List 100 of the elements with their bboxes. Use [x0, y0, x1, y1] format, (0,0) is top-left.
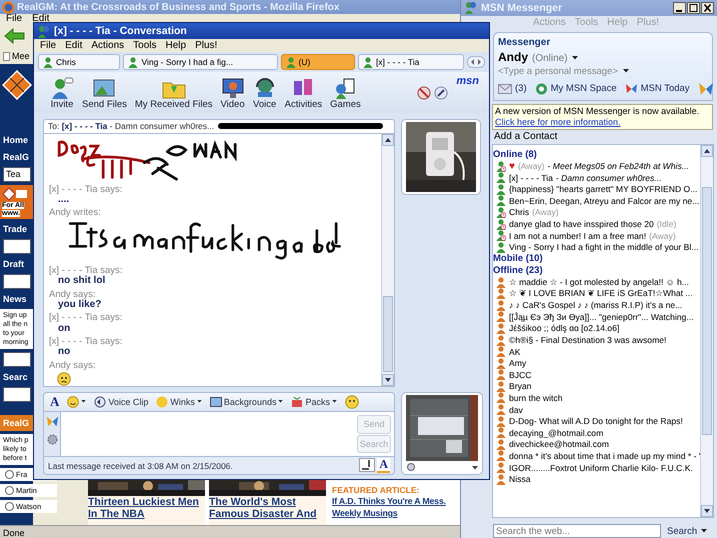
contact-item[interactable]: Bryan — [493, 380, 532, 392]
webcam-icon[interactable] — [406, 463, 416, 472]
contact-item[interactable]: ©h®i§ - Final Destination 3 was awsome! — [493, 334, 666, 346]
radio-button[interactable] — [5, 470, 14, 479]
add-contact-link[interactable]: Add a Contact — [494, 130, 558, 143]
emoticon-menu-button[interactable] — [67, 396, 86, 408]
contact-item[interactable]: ☆ ❦ I LOVE BRIAN ❦ LIFE iS GrEaT!☆What ... — [493, 288, 693, 300]
contact-item[interactable]: Ben~Erin, Deegan, Atreyu and Falcor are my ne... — [493, 195, 700, 207]
menu-item[interactable]: Edit — [65, 40, 82, 51]
input-field[interactable] — [3, 274, 31, 289]
logo-icon — [2, 187, 28, 201]
contact-item[interactable]: Jέšśikoo ;; ódlş ɑɑ [o2.14.o6] — [493, 322, 620, 334]
mail-link[interactable]: (3) — [498, 83, 527, 94]
contact-item[interactable]: IGOR........Foxtrot Uniform Charlie Kilo- F.U.C.K. — [493, 462, 693, 474]
menu-item[interactable]: Tools — [133, 40, 157, 51]
scroll-thumb[interactable] — [383, 296, 393, 372]
contact-item[interactable]: decaying_@hotmail.com — [493, 426, 604, 439]
scroll-up-icon[interactable] — [382, 134, 394, 146]
headline-link[interactable]: If A.D. Thinks You're A Mess. — [332, 495, 446, 507]
header-link[interactable]: My MSN Space — [534, 82, 617, 95]
caret-icon[interactable] — [472, 466, 478, 470]
scrollbar[interactable] — [700, 144, 713, 517]
scroll-down-icon[interactable] — [701, 505, 713, 517]
input-toolbar-button[interactable]: Packs — [291, 396, 337, 408]
text-mode-button[interactable]: A — [377, 458, 390, 474]
headline-link[interactable]: Weekly Musings — [332, 507, 398, 519]
conversation-tab[interactable]: Ving - Sorry I had a fig... — [123, 54, 278, 70]
bookmark-item[interactable]: Mee — [0, 51, 30, 61]
contact-item[interactable]: Ving - Sorry I had a fight in the middle of your Bl... — [493, 241, 698, 254]
scroll-down-icon[interactable] — [382, 374, 394, 386]
featured-label: FEATURED ARTICLE: — [332, 485, 420, 495]
contact-item[interactable]: divechickee@hotmail.com — [493, 438, 609, 450]
group-header[interactable]: Offline (23) — [493, 264, 543, 276]
info-link[interactable]: Click here for more information. — [495, 116, 621, 127]
contact-item[interactable]: [x] - - - - Tia - Damn consumer wh0res... — [493, 172, 662, 184]
person-icon — [50, 77, 74, 99]
contact-item[interactable]: AK — [493, 346, 520, 358]
scrollbar[interactable] — [381, 134, 394, 386]
contact-item[interactable]: [[Ĵąµ Єэ Эђ Зи Өуа]]... "geniep0rr"... Watching... — [493, 311, 694, 323]
conversation-tab[interactable]: Chris — [38, 54, 120, 70]
pen-icon[interactable] — [359, 458, 376, 472]
contact-item[interactable]: Nissa — [493, 473, 530, 485]
search-button[interactable]: Search — [667, 526, 708, 536]
person-icon — [286, 56, 296, 68]
menu-item[interactable]: Plus! — [195, 40, 218, 51]
contact-item[interactable]: Amy — [493, 357, 526, 369]
search-field[interactable]: Search the web... — [493, 524, 661, 538]
toolbar-button[interactable]: Activities — [282, 77, 324, 110]
toolbar-button[interactable]: Invite — [48, 77, 76, 110]
caret-icon — [278, 400, 284, 404]
contact-item[interactable]: I am not a number! I am a free man! (Away) — [493, 230, 676, 242]
input-field[interactable] — [3, 239, 31, 254]
scroll-up-icon[interactable] — [701, 144, 713, 157]
buddy-icon — [37, 24, 51, 38]
tab-scroll-buttons[interactable] — [466, 56, 485, 68]
input-field[interactable] — [3, 352, 31, 367]
contact-item[interactable]: Chris (Away) — [493, 206, 559, 218]
menu-item[interactable]: File — [40, 40, 56, 51]
radio-button[interactable] — [5, 486, 14, 495]
contact-item[interactable]: D-Dog- What will A.D Do tonight for the Raps! — [493, 415, 683, 427]
contact-item[interactable]: ♥ (Away) - Meet Megs05 on Feb24th at Whis... — [493, 160, 689, 172]
group-header[interactable]: Mobile (10) — [493, 253, 543, 265]
input-toolbar-button[interactable]: Winks — [156, 396, 202, 408]
envelope-icon — [498, 84, 512, 94]
contact-item[interactable]: danye glad to have insspired those 20 (Idle) — [493, 218, 676, 230]
toolbar-button[interactable]: My Received Files — [132, 77, 214, 110]
contact-item[interactable]: ♪ ♪ CaR's Gospel ♪ ♪ (mariss R.I.P) it's a ne... — [493, 299, 682, 312]
menu-item[interactable]: Actions — [91, 40, 124, 51]
back-arrow-icon[interactable] — [4, 28, 26, 44]
contact-item[interactable]: donna * it's about time that i made up my mind * - ' — [493, 450, 700, 462]
menu-item[interactable]: File — [6, 14, 22, 24]
group-header[interactable]: Online (8) — [493, 148, 537, 160]
toolbar-button[interactable]: Video — [218, 77, 247, 110]
msn-logo: msn — [456, 75, 479, 87]
menu-item[interactable]: Help — [166, 40, 186, 51]
status-dropdown[interactable]: (Online) — [532, 52, 578, 64]
input-field[interactable] — [3, 387, 31, 402]
contact-item[interactable]: BJCC — [493, 368, 532, 381]
scroll-thumb[interactable] — [702, 186, 712, 435]
nudge-icon[interactable] — [344, 394, 359, 409]
input-toolbar-button[interactable]: Voice Clip — [94, 396, 148, 408]
font-button[interactable]: A — [50, 394, 60, 410]
input-field[interactable]: Tea — [3, 167, 31, 182]
header-link[interactable]: MSN Today — [624, 82, 690, 95]
input-toolbar-button[interactable]: Backgrounds — [210, 396, 284, 408]
contact-item[interactable]: {happiness} "hearts garrett" MY BOYFRIEND O... — [493, 183, 698, 196]
toolbar-button[interactable]: Voice — [250, 77, 279, 110]
sidebar-heading: RealG — [3, 152, 30, 162]
sender-line: [x] - - - - Tia says: — [49, 336, 122, 348]
radio-button[interactable] — [5, 502, 14, 511]
toolbar-button[interactable]: Games — [328, 77, 363, 110]
block-icon[interactable] — [416, 86, 431, 100]
conversation-tab[interactable]: [x] - - - - Tia — [358, 54, 464, 70]
conversation-tab[interactable]: (U) — [280, 54, 355, 70]
person-icon — [43, 56, 53, 68]
menu-item[interactable]: Edit — [32, 14, 50, 24]
toolbar-button[interactable]: Send Files — [80, 77, 129, 110]
contact-item[interactable]: dav — [493, 404, 523, 416]
contact-item[interactable]: ☆ maddie ☆ - I got molested by angela!! ☺ h... — [493, 276, 689, 288]
contact-item[interactable]: burn the witch — [493, 392, 563, 404]
